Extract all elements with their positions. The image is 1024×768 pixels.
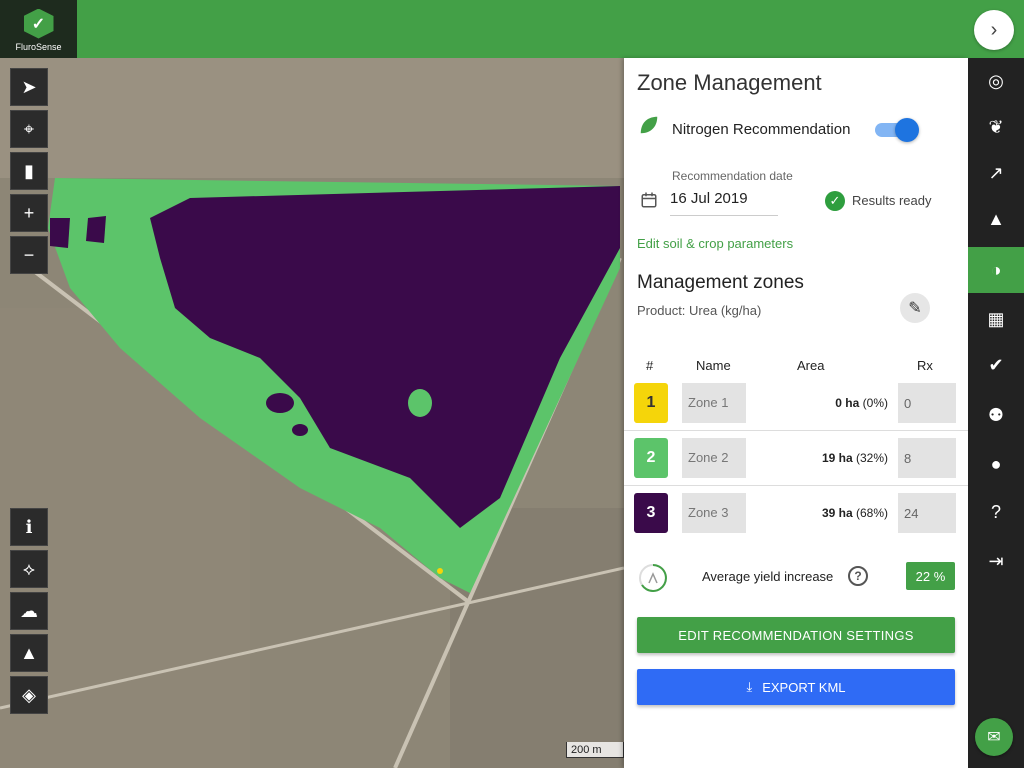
navigate-icon[interactable]: ➤	[10, 68, 48, 106]
top-bar	[0, 0, 1024, 58]
zone-name-input[interactable]	[682, 493, 746, 533]
zone-row: 1 0 ha (0%)	[624, 376, 968, 431]
nitrogen-toggle[interactable]	[875, 118, 919, 142]
calendar-icon[interactable]	[640, 191, 658, 209]
column-header-area: Area	[797, 358, 825, 373]
map-scale: 200 m	[566, 742, 624, 758]
zones-icon[interactable]: ◑	[968, 247, 1024, 293]
alerts-icon[interactable]: ▲	[968, 196, 1024, 242]
check-circle-icon: ✓	[825, 191, 845, 211]
imagery-icon[interactable]: ▦	[968, 296, 1024, 342]
nitrogen-recommendation-label: Nitrogen Recommendation	[672, 121, 851, 138]
recommendation-date-field[interactable]: 16 Jul 2019	[670, 190, 778, 216]
column-header-rx: Rx	[917, 358, 933, 373]
zone-rx-input[interactable]	[898, 383, 956, 423]
leaf-logo-icon: ✓	[23, 8, 54, 39]
ruler-icon[interactable]: ▮	[10, 152, 48, 190]
zone-area: 19 ha (32%)	[821, 451, 888, 465]
help-circle-icon[interactable]: ?	[848, 566, 868, 586]
zone-row: 2 19 ha (32%)	[624, 431, 968, 486]
analytics-icon[interactable]: ↗	[968, 150, 1024, 196]
zone-area: 0 ha (0%)	[835, 396, 888, 410]
management-zones-title: Management zones	[637, 272, 804, 293]
zoom-in-icon[interactable]: +	[10, 194, 48, 232]
map-tools-bottom: ℹ ⟡ ☁ ▲ ◈	[10, 508, 48, 714]
map-view[interactable]: ➤ ⌖ ▮ + − ℹ ⟡ ☁ ▲ ◈ 200 m	[0, 58, 624, 768]
chevron-right-icon: ›	[990, 18, 998, 41]
zone-color-badge: 3	[634, 493, 668, 533]
product-text: Product: Urea (kg/ha)	[637, 303, 762, 318]
users-icon[interactable]: ⚉	[968, 392, 1024, 438]
column-header-name: Name	[696, 358, 731, 373]
zone-rx-input[interactable]	[898, 493, 956, 533]
info-icon[interactable]: ℹ	[10, 508, 48, 546]
edit-soil-crop-link[interactable]: Edit soil & crop parameters	[637, 236, 793, 251]
yield-icon	[639, 564, 667, 592]
zone-row: 3 39 ha (68%)	[624, 486, 968, 541]
crop-icon[interactable]: ❦	[968, 104, 1024, 150]
leaf-icon	[640, 116, 658, 134]
edit-product-button[interactable]: ✎	[900, 293, 930, 323]
zone-name-input[interactable]	[682, 383, 746, 423]
chat-icon[interactable]: ✉	[975, 718, 1013, 756]
results-status: Results ready	[852, 193, 932, 208]
weather-icon[interactable]: ☁	[10, 592, 48, 630]
field-map-canvas	[0, 58, 624, 768]
zone-color-badge: 1	[634, 383, 668, 423]
zoom-out-icon[interactable]: −	[10, 236, 48, 274]
panel-title: Zone Management	[637, 70, 822, 95]
pencil-icon: ✎	[908, 300, 922, 317]
yield-increase-label: Average yield increase	[702, 569, 834, 584]
fields-icon[interactable]: ◎	[968, 58, 1024, 104]
app-logo[interactable]: ✓ FluroSense	[0, 0, 77, 60]
zone-management-panel: Zone Management Nitrogen Recommendation …	[624, 58, 968, 768]
date-label: Recommendation date	[672, 169, 793, 183]
locate-icon[interactable]: ⌖	[10, 110, 48, 148]
layers-icon[interactable]: ◈	[10, 676, 48, 714]
zone-rx-input[interactable]	[898, 438, 956, 478]
alert-icon[interactable]: ▲	[10, 634, 48, 672]
zone-color-badge: 2	[634, 438, 668, 478]
download-icon: ⤓	[746, 679, 753, 694]
tasks-icon[interactable]: ✔	[968, 342, 1024, 388]
yield-increase-value: 22 %	[906, 562, 955, 590]
logout-icon[interactable]: ⇥	[968, 538, 1024, 584]
zone-name-input[interactable]	[682, 438, 746, 478]
export-kml-label: EXPORT KML	[762, 679, 846, 695]
help-icon[interactable]: ?	[968, 489, 1024, 535]
export-kml-button[interactable]: ⤓ EXPORT KML	[637, 669, 955, 705]
logo-text: FluroSense	[15, 41, 62, 52]
column-header-num: #	[646, 358, 654, 373]
edit-recommendation-settings-button[interactable]: EDIT RECOMMENDATION SETTINGS	[637, 617, 955, 653]
map-tools-top: ➤ ⌖ ▮ + −	[10, 68, 48, 274]
account-icon[interactable]: ●	[968, 441, 1024, 487]
expand-panel-button[interactable]: ›	[974, 10, 1014, 50]
draw-polygon-icon[interactable]: ⟡	[10, 550, 48, 588]
right-nav-rail: ◎ ❦ ↗ ▲ ◑ ▦ ✔ ⚉ ● ? ⇥	[968, 58, 1024, 768]
zone-area: 39 ha (68%)	[821, 506, 888, 520]
